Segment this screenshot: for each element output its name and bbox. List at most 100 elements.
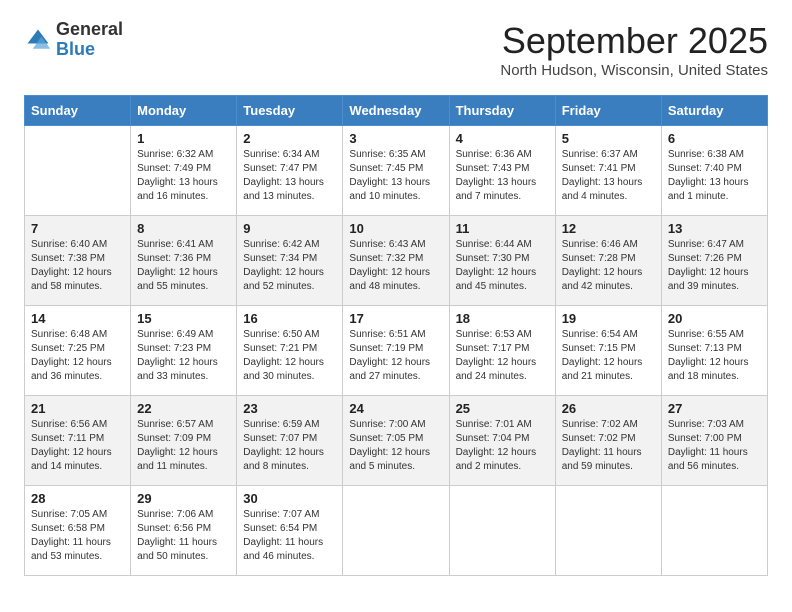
day-info: Sunrise: 7:03 AM Sunset: 7:00 PM Dayligh… (668, 418, 761, 474)
day-number: 11 (456, 221, 549, 236)
day-info: Sunrise: 6:34 AM Sunset: 7:47 PM Dayligh… (243, 148, 336, 204)
day-info: Sunrise: 6:47 AM Sunset: 7:26 PM Dayligh… (668, 238, 761, 294)
weekday-row: SundayMondayTuesdayWednesdayThursdayFrid… (25, 96, 768, 126)
day-info: Sunrise: 7:00 AM Sunset: 7:05 PM Dayligh… (349, 418, 442, 474)
day-info: Sunrise: 6:57 AM Sunset: 7:09 PM Dayligh… (137, 418, 230, 474)
calendar-cell: 4 Sunrise: 6:36 AM Sunset: 7:43 PM Daylig… (449, 126, 555, 216)
calendar-cell: 19 Sunrise: 6:54 AM Sunset: 7:15 PM Dayli… (555, 306, 661, 396)
calendar-cell: 10 Sunrise: 6:43 AM Sunset: 7:32 PM Dayli… (343, 216, 449, 306)
day-info: Sunrise: 6:37 AM Sunset: 7:41 PM Dayligh… (562, 148, 655, 204)
location: North Hudson, Wisconsin, United States (500, 62, 768, 79)
day-number: 22 (137, 401, 230, 416)
weekday-header-saturday: Saturday (661, 96, 767, 126)
calendar-cell: 26Sunrise: 7:02 AM Sunset: 7:02 PM Dayli… (555, 396, 661, 486)
day-number: 13 (668, 221, 761, 236)
calendar-cell (449, 486, 555, 576)
day-number: 4 (456, 131, 549, 146)
calendar-header: SundayMondayTuesdayWednesdayThursdayFrid… (25, 96, 768, 126)
calendar-cell: 30 Sunrise: 7:07 AM Sunset: 6:54 PM Dayli… (237, 486, 343, 576)
calendar-cell: 2 Sunrise: 6:34 AM Sunset: 7:47 PM Daylig… (237, 126, 343, 216)
day-info: Sunrise: 7:07 AM Sunset: 6:54 PM Dayligh… (243, 508, 336, 564)
calendar-cell (555, 486, 661, 576)
calendar-cell: 24 Sunrise: 7:00 AM Sunset: 7:05 PM Dayli… (343, 396, 449, 486)
weekday-header-monday: Monday (131, 96, 237, 126)
day-info: Sunrise: 6:43 AM Sunset: 7:32 PM Dayligh… (349, 238, 442, 294)
day-info: Sunrise: 6:36 AM Sunset: 7:43 PM Dayligh… (456, 148, 549, 204)
day-info: Sunrise: 7:05 AM Sunset: 6:58 PM Dayligh… (31, 508, 124, 564)
calendar-cell: 27Sunrise: 7:03 AM Sunset: 7:00 PM Dayli… (661, 396, 767, 486)
week-row-5: 28Sunrise: 7:05 AM Sunset: 6:58 PM Dayli… (25, 486, 768, 576)
calendar-cell: 8Sunrise: 6:41 AM Sunset: 7:36 PM Daylig… (131, 216, 237, 306)
day-number: 16 (243, 311, 336, 326)
calendar-cell: 16 Sunrise: 6:50 AM Sunset: 7:21 PM Dayli… (237, 306, 343, 396)
calendar-cell (25, 126, 131, 216)
calendar-cell: 18Sunrise: 6:53 AM Sunset: 7:17 PM Dayli… (449, 306, 555, 396)
calendar-cell: 11 Sunrise: 6:44 AM Sunset: 7:30 PM Dayli… (449, 216, 555, 306)
day-number: 30 (243, 491, 336, 506)
week-row-4: 21Sunrise: 6:56 AM Sunset: 7:11 PM Dayli… (25, 396, 768, 486)
day-info: Sunrise: 6:42 AM Sunset: 7:34 PM Dayligh… (243, 238, 336, 294)
calendar-cell: 1 Sunrise: 6:32 AM Sunset: 7:49 PM Daylig… (131, 126, 237, 216)
calendar-cell: 3Sunrise: 6:35 AM Sunset: 7:45 PM Daylig… (343, 126, 449, 216)
calendar-cell: 9 Sunrise: 6:42 AM Sunset: 7:34 PM Daylig… (237, 216, 343, 306)
logo-blue: Blue (56, 40, 123, 60)
weekday-header-wednesday: Wednesday (343, 96, 449, 126)
day-number: 25 (456, 401, 549, 416)
calendar-cell: 13 Sunrise: 6:47 AM Sunset: 7:26 PM Dayli… (661, 216, 767, 306)
calendar-cell: 28Sunrise: 7:05 AM Sunset: 6:58 PM Dayli… (25, 486, 131, 576)
day-info: Sunrise: 6:44 AM Sunset: 7:30 PM Dayligh… (456, 238, 549, 294)
calendar-cell: 23Sunrise: 6:59 AM Sunset: 7:07 PM Dayli… (237, 396, 343, 486)
day-info: Sunrise: 6:49 AM Sunset: 7:23 PM Dayligh… (137, 328, 230, 384)
week-row-2: 7 Sunrise: 6:40 AM Sunset: 7:38 PM Daylig… (25, 216, 768, 306)
day-info: Sunrise: 6:50 AM Sunset: 7:21 PM Dayligh… (243, 328, 336, 384)
day-number: 1 (137, 131, 230, 146)
weekday-header-tuesday: Tuesday (237, 96, 343, 126)
calendar-cell: 22 Sunrise: 6:57 AM Sunset: 7:09 PM Dayli… (131, 396, 237, 486)
day-number: 3 (349, 131, 442, 146)
day-number: 5 (562, 131, 655, 146)
day-number: 19 (562, 311, 655, 326)
calendar-cell: 5 Sunrise: 6:37 AM Sunset: 7:41 PM Daylig… (555, 126, 661, 216)
day-number: 7 (31, 221, 124, 236)
day-info: Sunrise: 6:32 AM Sunset: 7:49 PM Dayligh… (137, 148, 230, 204)
calendar-cell: 25 Sunrise: 7:01 AM Sunset: 7:04 PM Dayli… (449, 396, 555, 486)
day-number: 2 (243, 131, 336, 146)
day-number: 6 (668, 131, 761, 146)
day-info: Sunrise: 7:06 AM Sunset: 6:56 PM Dayligh… (137, 508, 230, 564)
calendar-cell: 21Sunrise: 6:56 AM Sunset: 7:11 PM Dayli… (25, 396, 131, 486)
day-number: 29 (137, 491, 230, 506)
day-number: 14 (31, 311, 124, 326)
day-number: 20 (668, 311, 761, 326)
calendar-cell: 20 Sunrise: 6:55 AM Sunset: 7:13 PM Dayli… (661, 306, 767, 396)
day-number: 10 (349, 221, 442, 236)
weekday-header-thursday: Thursday (449, 96, 555, 126)
calendar-cell: 17 Sunrise: 6:51 AM Sunset: 7:19 PM Dayli… (343, 306, 449, 396)
day-number: 24 (349, 401, 442, 416)
day-number: 17 (349, 311, 442, 326)
day-number: 9 (243, 221, 336, 236)
day-info: Sunrise: 7:01 AM Sunset: 7:04 PM Dayligh… (456, 418, 549, 474)
day-info: Sunrise: 6:54 AM Sunset: 7:15 PM Dayligh… (562, 328, 655, 384)
logo-icon (24, 26, 52, 54)
day-info: Sunrise: 6:55 AM Sunset: 7:13 PM Dayligh… (668, 328, 761, 384)
weekday-header-friday: Friday (555, 96, 661, 126)
calendar-cell: 14Sunrise: 6:48 AM Sunset: 7:25 PM Dayli… (25, 306, 131, 396)
day-info: Sunrise: 6:38 AM Sunset: 7:40 PM Dayligh… (668, 148, 761, 204)
week-row-1: 1 Sunrise: 6:32 AM Sunset: 7:49 PM Daylig… (25, 126, 768, 216)
week-row-3: 14Sunrise: 6:48 AM Sunset: 7:25 PM Dayli… (25, 306, 768, 396)
calendar-table: SundayMondayTuesdayWednesdayThursdayFrid… (24, 95, 768, 576)
page-header: General Blue September 2025 North Hudson… (24, 20, 768, 79)
day-info: Sunrise: 6:40 AM Sunset: 7:38 PM Dayligh… (31, 238, 124, 294)
calendar-cell: 12Sunrise: 6:46 AM Sunset: 7:28 PM Dayli… (555, 216, 661, 306)
day-number: 15 (137, 311, 230, 326)
day-info: Sunrise: 6:46 AM Sunset: 7:28 PM Dayligh… (562, 238, 655, 294)
calendar-cell (661, 486, 767, 576)
day-number: 26 (562, 401, 655, 416)
day-info: Sunrise: 6:51 AM Sunset: 7:19 PM Dayligh… (349, 328, 442, 384)
day-info: Sunrise: 6:56 AM Sunset: 7:11 PM Dayligh… (31, 418, 124, 474)
calendar-body: 1 Sunrise: 6:32 AM Sunset: 7:49 PM Daylig… (25, 126, 768, 576)
day-number: 8 (137, 221, 230, 236)
day-number: 23 (243, 401, 336, 416)
calendar-cell: 29 Sunrise: 7:06 AM Sunset: 6:56 PM Dayli… (131, 486, 237, 576)
logo-text: General Blue (56, 20, 123, 60)
